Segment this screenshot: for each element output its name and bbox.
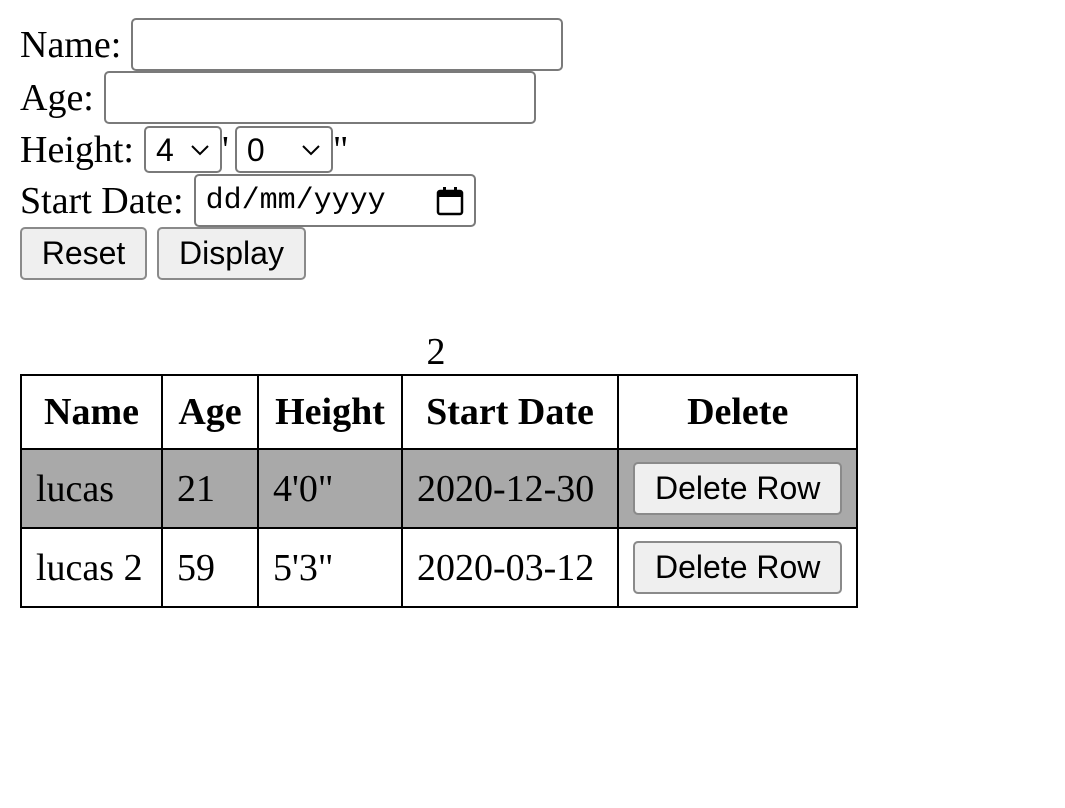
row-count: 2 (426, 331, 446, 373)
header-delete: Delete (616, 374, 859, 450)
cell-age: 59 (161, 527, 259, 608)
delete-row-button[interactable]: Delete Row (633, 541, 843, 594)
name-input[interactable] (131, 18, 564, 71)
cell-start-date: 2020-03-12 (401, 527, 619, 608)
calendar-icon[interactable] (436, 186, 464, 216)
header-start-date: Start Date (401, 374, 619, 450)
delete-row-button[interactable]: Delete Row (633, 462, 843, 515)
age-row: Age: (20, 71, 536, 124)
table-row: lucas 21 4'0" 2020-12-30 Delete Row (20, 448, 859, 529)
cell-age: 21 (161, 448, 259, 529)
start-date-label: Start Date: (20, 179, 184, 222)
header-age: Age (161, 374, 259, 450)
start-date-input[interactable]: dd/mm/yyyy (193, 174, 476, 227)
table-header-row: Name Age Height Start Date Delete (20, 374, 859, 450)
feet-mark: ' (221, 128, 229, 171)
start-date-row: Start Date: dd/mm/yyyy (20, 174, 476, 227)
actions-row: Reset Display (20, 227, 306, 280)
height-row: Height: 4 ' 0 " (20, 126, 348, 173)
height-inches-value: 0 (246, 131, 265, 168)
records-table: Name Age Height Start Date Delete lucas … (20, 374, 859, 608)
name-label: Name: (20, 23, 122, 66)
age-input[interactable] (103, 71, 536, 124)
cell-delete: Delete Row (616, 448, 859, 529)
table-row: lucas 2 59 5'3" 2020-03-12 Delete Row (20, 527, 859, 608)
height-feet-value: 4 (155, 131, 174, 168)
chevron-down-icon (302, 144, 320, 155)
start-date-placeholder: dd/mm/yyyy (205, 183, 386, 218)
chevron-down-icon (191, 144, 209, 155)
display-button[interactable]: Display (157, 227, 306, 280)
cell-name: lucas (20, 448, 163, 529)
age-label: Age: (20, 76, 94, 119)
cell-name: lucas 2 (20, 527, 163, 608)
height-feet-select[interactable]: 4 (143, 126, 222, 173)
cell-start-date: 2020-12-30 (401, 448, 619, 529)
cell-height: 5'3" (257, 527, 403, 608)
cell-height: 4'0" (257, 448, 403, 529)
cell-delete: Delete Row (616, 527, 859, 608)
reset-button[interactable]: Reset (20, 227, 147, 280)
header-height: Height (257, 374, 403, 450)
inches-mark: " (332, 128, 349, 171)
page: Name: Age: Height: 4 ' 0 " Start Date: d… (0, 0, 1065, 808)
height-inches-select[interactable]: 0 (234, 126, 333, 173)
height-label: Height: (20, 128, 134, 171)
name-row: Name: (20, 18, 564, 71)
header-name: Name (20, 374, 163, 450)
